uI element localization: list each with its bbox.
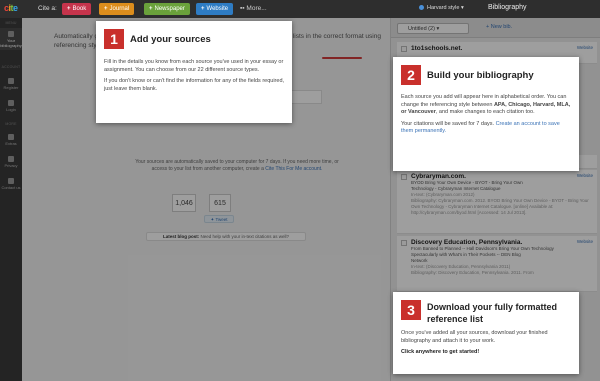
more-sources-label: More... bbox=[246, 5, 267, 12]
callout-paragraph: Fill in the details you know from each s… bbox=[104, 59, 284, 73]
referencing-style-select[interactable]: Harvard style ▾ bbox=[419, 5, 464, 11]
cite-website-label: Website bbox=[206, 6, 229, 12]
callout-title: Download your fully formatted reference … bbox=[427, 302, 558, 324]
step-number: 1 bbox=[104, 29, 124, 49]
tour-callout-download-list: 3 Download your fully formatted referenc… bbox=[393, 292, 579, 374]
plus-icon: + bbox=[67, 6, 71, 12]
bibliography-title: Bibliography bbox=[488, 4, 527, 11]
cite-this-for-me-logo[interactable]: cite bbox=[4, 3, 18, 13]
callout-body: Each source you add will appear here in … bbox=[401, 94, 573, 140]
cite-journal-label: Journal bbox=[109, 6, 130, 12]
step-number: 3 bbox=[401, 300, 421, 320]
style-value: Harvard style bbox=[427, 5, 460, 11]
plus-icon: + bbox=[104, 6, 108, 12]
callout-body: Fill in the details you know from each s… bbox=[104, 59, 286, 97]
callout-title: Add your sources bbox=[130, 34, 211, 45]
step-number: 2 bbox=[401, 65, 421, 85]
tour-callout-build-bibliography: 2 Build your bibliography Each source yo… bbox=[393, 57, 579, 171]
cite-journal-button[interactable]: + Journal bbox=[99, 3, 135, 15]
top-bar: cite Cite a: + Book + Journal + Newspaper +… bbox=[0, 0, 600, 18]
callout-paragraph: Your citations will be saved for 7 days.… bbox=[401, 121, 573, 136]
cite-book-button[interactable]: + Book bbox=[62, 3, 92, 15]
callout-paragraph: Once you've added all your sources, down… bbox=[401, 330, 548, 344]
logo-letter: e bbox=[13, 3, 18, 13]
cite-newspaper-button[interactable]: + Newspaper bbox=[144, 3, 190, 15]
callout-text: , and make changes to each citation too. bbox=[435, 109, 535, 115]
cite-newspaper-label: Newspaper bbox=[154, 6, 185, 12]
get-started-prompt[interactable]: Click anywhere to get started! bbox=[401, 349, 573, 357]
cite-website-button[interactable]: + Website bbox=[196, 3, 234, 15]
callout-title: Build your bibliography bbox=[427, 70, 534, 81]
callout-paragraph: Each source you add will appear here in … bbox=[401, 94, 573, 117]
plus-icon: + bbox=[201, 6, 205, 12]
callout-text: Your citations will be saved for 7 days. bbox=[401, 120, 496, 127]
cite-as-label: Cite a: bbox=[38, 5, 57, 12]
callout-body: Once you've added all your sources, down… bbox=[401, 330, 573, 361]
more-sources-menu[interactable]: ▪▪ More... bbox=[240, 3, 267, 15]
callout-paragraph: If you don't know or can't find the info… bbox=[104, 78, 285, 92]
cite-book-label: Book bbox=[72, 6, 87, 12]
chevron-down-icon: ▾ bbox=[460, 5, 464, 11]
style-icon bbox=[419, 5, 424, 11]
tour-callout-add-sources: 1 Add your sources Fill in the details y… bbox=[96, 21, 292, 123]
plus-icon: + bbox=[149, 6, 153, 12]
